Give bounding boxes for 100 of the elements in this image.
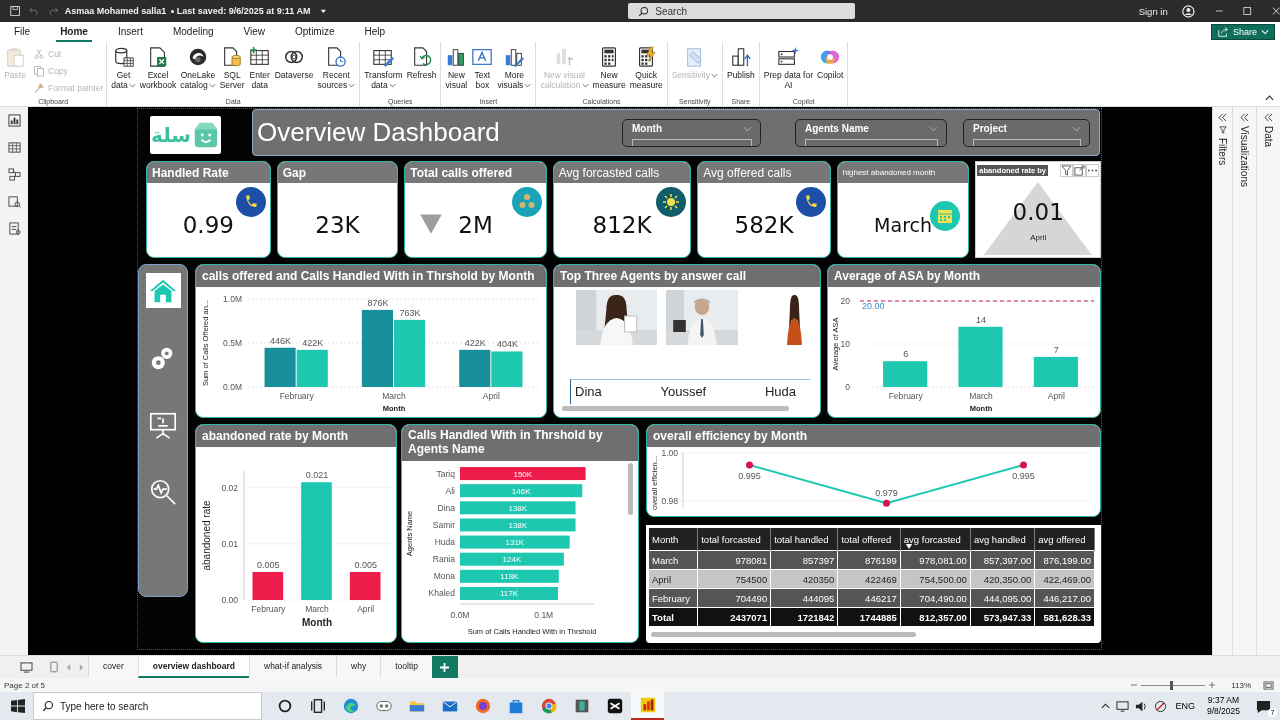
bar xyxy=(459,349,491,387)
total-cell: 812,357.00 xyxy=(900,607,971,626)
category-label: Samir xyxy=(432,519,455,530)
search-field[interactable]: Search xyxy=(628,3,855,19)
task-view-icon[interactable] xyxy=(308,697,327,715)
table-icon[interactable] xyxy=(7,141,21,154)
sign-in-link[interactable]: Sign in xyxy=(1138,5,1168,17)
page-tab[interactable]: why xyxy=(336,656,381,678)
chevron-up-icon[interactable] xyxy=(1101,703,1111,709)
page-tab[interactable]: tooltip xyxy=(380,656,432,678)
kpi-value: 0.99 xyxy=(182,212,234,238)
kpi-value: 0.01 xyxy=(1012,199,1064,225)
dropdown-field[interactable] xyxy=(973,139,1081,146)
side-pane[interactable]: Filters xyxy=(1212,107,1232,655)
ribbon-button[interactable]: More visuals xyxy=(496,44,533,97)
close-icon[interactable] xyxy=(1271,6,1280,16)
user-icon[interactable] xyxy=(1181,3,1195,19)
report-view-icon[interactable] xyxy=(7,114,21,127)
file-name: Asmaa Mohamed salla1 xyxy=(64,6,167,16)
app-icon[interactable] xyxy=(605,697,624,715)
ribbon-tab[interactable]: Modeling xyxy=(168,22,218,42)
dropdown-field[interactable] xyxy=(632,139,752,146)
filter-icon[interactable] xyxy=(1060,163,1073,177)
side-pane[interactable]: Data xyxy=(1256,107,1280,655)
ribbon-button[interactable]: SQL Server xyxy=(218,44,246,97)
dropdown-field[interactable] xyxy=(805,139,938,146)
fit-page-icon[interactable] xyxy=(1263,680,1274,690)
ribbon-button[interactable]: OneLake catalog xyxy=(179,44,217,97)
bar xyxy=(264,347,296,387)
maximize-icon[interactable] xyxy=(1243,6,1252,16)
clock-date[interactable]: 9/8/2025 xyxy=(1206,706,1240,717)
slicer[interactable]: Project xyxy=(963,119,1090,147)
column-header[interactable]: avg forcasted xyxy=(900,528,971,551)
ribbon-tab[interactable]: Optimize xyxy=(291,22,339,42)
page-tab[interactable]: overview dashboard xyxy=(137,656,249,678)
page-tab[interactable]: cover xyxy=(88,656,138,678)
query-icon[interactable] xyxy=(7,195,21,208)
ribbon-button[interactable]: Prep data for AI xyxy=(762,44,814,97)
share-button[interactable]: Share xyxy=(1210,24,1275,40)
ribbon-button[interactable]: Get data xyxy=(110,44,137,97)
caret-icon[interactable] xyxy=(319,7,327,15)
collapse-icon[interactable] xyxy=(1265,95,1274,101)
axis-tick: 0.5M xyxy=(223,338,242,348)
column-header[interactable]: Month xyxy=(649,528,698,551)
desktop-icon[interactable] xyxy=(20,661,33,673)
column-header[interactable]: total handled xyxy=(770,528,838,551)
ribbon-button[interactable]: Copilot xyxy=(816,44,845,97)
column-header[interactable]: total offered xyxy=(837,528,901,551)
more-icon[interactable] xyxy=(1086,163,1099,177)
side-pane[interactable]: Visualizations xyxy=(1232,107,1256,655)
category-label: Khaled xyxy=(428,588,455,599)
ribbon-button[interactable]: Recent sources xyxy=(316,44,357,97)
ribbon-tab[interactable]: Insert xyxy=(113,22,147,42)
scrollbar[interactable] xyxy=(628,463,633,515)
browser-icon[interactable] xyxy=(473,697,492,715)
network-icon[interactable] xyxy=(1116,699,1130,713)
page-tab[interactable]: what-if analysis xyxy=(249,656,337,678)
ribbon-button[interactable]: Text box xyxy=(470,44,495,97)
data-label: 876K xyxy=(367,297,389,308)
scrollbar[interactable] xyxy=(562,406,789,411)
ribbon-tab[interactable]: File xyxy=(10,22,35,42)
ribbon-button[interactable]: Enter data xyxy=(247,44,272,97)
ribbon-button[interactable]: New measure xyxy=(591,44,627,97)
ribbon-button[interactable]: Transform data xyxy=(363,44,404,97)
plus-icon[interactable] xyxy=(1209,682,1216,688)
battery-icon[interactable] xyxy=(1154,699,1168,713)
column-header[interactable]: avg offered xyxy=(1034,528,1095,551)
ribbon-button[interactable]: Quick measure xyxy=(628,44,664,97)
ribbon-button[interactable]: Refresh xyxy=(405,44,438,97)
slider-thumb[interactable] xyxy=(1169,680,1173,690)
column-header[interactable]: total forcasted xyxy=(697,528,771,551)
chart-app-icon[interactable] xyxy=(638,696,657,714)
text-box-icon xyxy=(471,46,494,68)
axis-tick: 1.00 xyxy=(661,448,678,458)
ribbon-tab[interactable]: View xyxy=(239,22,270,42)
clock-time[interactable]: 9:37 AM xyxy=(1207,695,1240,706)
ribbon-button[interactable]: Publish xyxy=(725,44,756,97)
ribbon-button[interactable]: Dataverse xyxy=(273,44,315,97)
nav-button[interactable] xyxy=(145,273,181,308)
language-indicator[interactable]: ENG xyxy=(1175,701,1195,711)
model-icon[interactable] xyxy=(7,168,21,181)
bar xyxy=(296,349,328,387)
slicer[interactable]: Month xyxy=(622,119,761,147)
expand-icon[interactable] xyxy=(1073,163,1086,177)
table-cell: February xyxy=(649,588,698,608)
windows-icon[interactable] xyxy=(11,699,25,713)
browser-icon[interactable] xyxy=(539,697,558,715)
slicer[interactable]: Agents Name xyxy=(795,119,947,147)
ribbon-button[interactable]: Excel workbook xyxy=(138,44,178,97)
ribbon-button[interactable]: New visual xyxy=(444,44,469,97)
browser-icon[interactable] xyxy=(341,697,360,715)
dax-icon[interactable] xyxy=(7,222,21,235)
search-field[interactable]: Type here to search xyxy=(33,692,262,720)
save-icon[interactable] xyxy=(10,5,21,17)
add-page-button[interactable] xyxy=(431,656,458,678)
phone-icon xyxy=(795,187,826,217)
column-header[interactable]: avg handled xyxy=(970,528,1035,551)
ribbon-tab[interactable]: Help xyxy=(360,22,390,42)
scrollbar[interactable] xyxy=(651,632,916,637)
data-label: 14 xyxy=(976,314,986,325)
